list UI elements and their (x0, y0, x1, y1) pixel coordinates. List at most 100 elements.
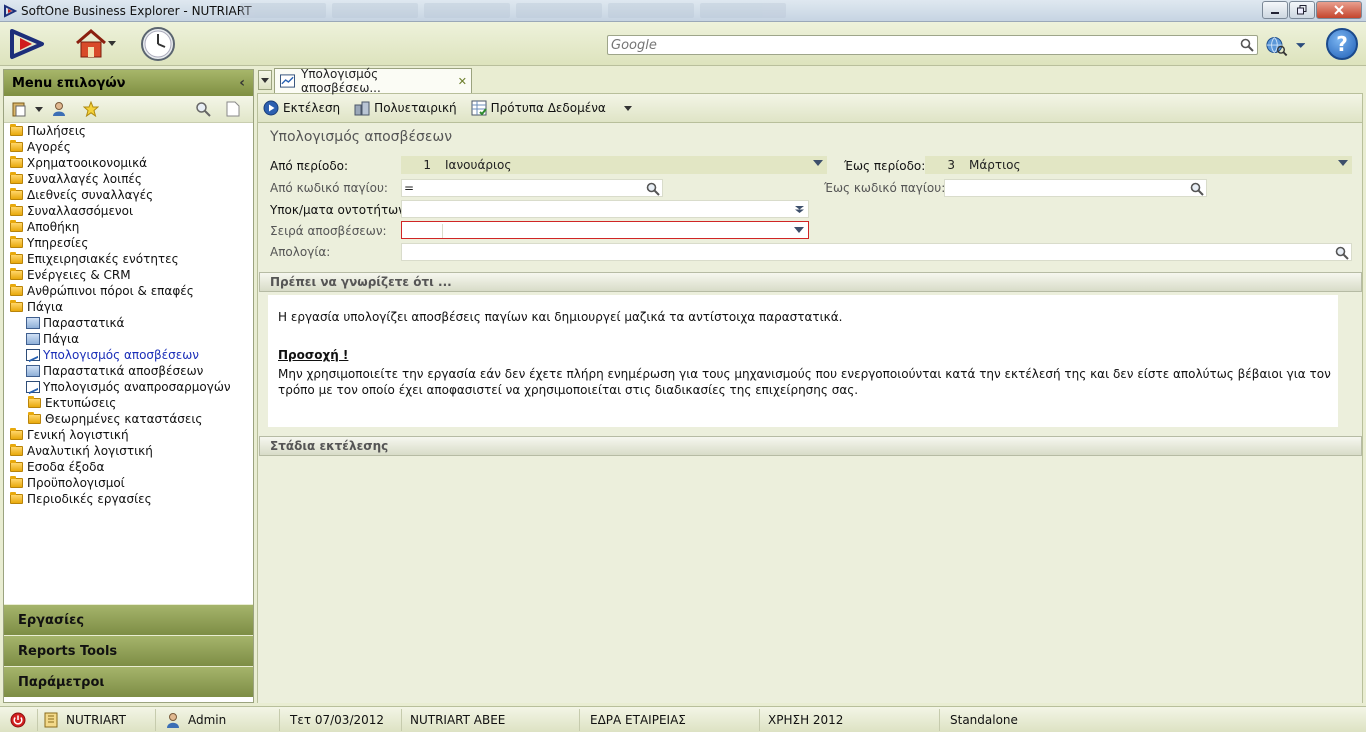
power-icon (10, 712, 26, 727)
entity-subsets-select[interactable] (401, 200, 809, 218)
home-button[interactable] (74, 27, 122, 61)
form-title: Υπολογισμός αποσβέσεων (270, 129, 453, 145)
tree-item-adjustments-calc[interactable]: Υπολογισμός αναπροσαρμογών (4, 379, 253, 395)
power-button[interactable] (0, 708, 38, 731)
tree-item-periodic-tasks[interactable]: Περιοδικές εργασίες (4, 491, 253, 507)
search-icon[interactable] (194, 100, 212, 118)
tree-item-prints[interactable]: Εκτυπώσεις (4, 395, 253, 411)
from-period-select[interactable]: 1 Ιανουάριος (401, 156, 827, 174)
tab-label: Υπολογισμός αποσβέσεω... (301, 67, 381, 95)
section-tasks[interactable]: Εργασίες (4, 604, 253, 635)
tree-item-general-ledger[interactable]: Γενική λογιστική (4, 427, 253, 443)
search-icon[interactable] (1335, 246, 1349, 260)
minimize-button[interactable] (1262, 1, 1288, 19)
chevron-down-icon (261, 77, 269, 83)
clipboard-icon[interactable] (10, 100, 28, 118)
from-asset-code-input[interactable]: = (401, 179, 663, 197)
tree-item-assets[interactable]: Πάγια (4, 331, 253, 347)
documents-icon (26, 317, 40, 329)
folder-icon (10, 172, 23, 184)
tree-item-sales[interactable]: Πωλήσεις (4, 123, 253, 139)
status-mode: Standalone (950, 712, 1018, 727)
folder-icon (10, 156, 23, 168)
search-icon[interactable] (646, 182, 660, 196)
tree-item-traders[interactable]: Συναλλασσόμενοι (4, 203, 253, 219)
chart-icon (26, 381, 40, 393)
close-window-button[interactable] (1316, 1, 1362, 19)
tree-item-analytic-accounting[interactable]: Αναλυτική λογιστική (4, 443, 253, 459)
status-company[interactable]: NUTRIART (38, 708, 156, 731)
status-user[interactable]: Admin (156, 708, 280, 731)
tab-strip: Υπολογισμός αποσβέσεω... ✕ (257, 67, 1363, 95)
reason-input[interactable] (401, 243, 1352, 261)
main-content: Υπολογισμός αποσβέσεω... ✕ Εκτέλεση Πολυ… (257, 67, 1363, 703)
template-data-button[interactable]: Πρότυπα Δεδομένα (471, 100, 632, 116)
section-parameters[interactable]: Παράμετροι (4, 666, 253, 697)
tree-item-depreciation-documents[interactable]: Παραστατικά αποσβέσεων (4, 363, 253, 379)
tree-item-asset-documents[interactable]: Παραστατικά (4, 315, 253, 331)
to-period-label: Έως περίοδο: (844, 159, 926, 173)
warning-text: Μην χρησιμοποιείτε την εργασία εάν δεν έ… (278, 367, 1331, 397)
menu-title: Menu επιλογών (12, 75, 126, 91)
template-grid-icon (471, 100, 487, 116)
tree-item-finance[interactable]: Χρηματοοικονομικά (4, 155, 253, 171)
field-divider (442, 224, 443, 238)
search-icon[interactable] (1190, 182, 1204, 196)
folder-icon (10, 444, 23, 456)
tree-item-warehouse[interactable]: Αποθήκη (4, 219, 253, 235)
depreciation-series-select[interactable] (401, 221, 809, 239)
favorites-star-icon[interactable] (82, 100, 100, 118)
dropdown-arrow-icon (794, 227, 804, 233)
chevron-down-icon[interactable] (34, 100, 44, 118)
collapse-chevron-icon[interactable]: ‹ (239, 75, 245, 91)
help-icon: ? (1336, 32, 1348, 56)
section-reports-tools[interactable]: Reports Tools (4, 635, 253, 666)
multicompany-button[interactable]: Πολυεταιρική (354, 100, 457, 116)
close-tab-icon[interactable]: ✕ (458, 75, 467, 88)
to-asset-code-input[interactable] (944, 179, 1207, 197)
document-icon[interactable] (224, 100, 242, 118)
tree-item-services[interactable]: Υπηρεσίες (4, 235, 253, 251)
maximize-button[interactable] (1289, 1, 1315, 19)
warning-title: Προσοχή ! (278, 348, 349, 362)
entity-subsets-label: Υποκ/ματα οντοτήτων: (270, 203, 409, 217)
chart-icon (26, 349, 40, 361)
clock-icon[interactable] (140, 26, 176, 62)
tree-item-fixed-assets[interactable]: Πάγια (4, 299, 253, 315)
tree-item-budgets[interactable]: Προϋπολογισμοί (4, 475, 253, 491)
google-search-input[interactable] (608, 36, 1228, 54)
tree-item-income-expenses[interactable]: Εσοδα έξοδα (4, 459, 253, 475)
google-search-box[interactable] (607, 35, 1258, 55)
reason-label: Απολογία: (270, 245, 331, 259)
softone-logo-button[interactable] (8, 28, 46, 60)
tree-item-other-transactions[interactable]: Συναλλαγές λοιπές (4, 171, 253, 187)
web-search-button[interactable] (1265, 34, 1305, 58)
folder-icon (10, 284, 23, 296)
help-button[interactable]: ? (1326, 28, 1358, 60)
info-box: Η εργασία υπολογίζει αποσβέσεις παγίων κ… (268, 295, 1338, 427)
folder-icon (10, 268, 23, 280)
user-icon[interactable] (50, 100, 68, 118)
tree-item-hr[interactable]: Ανθρώπινοι πόροι & επαφές (4, 283, 253, 299)
status-fiscal-year: ΧΡΗΣΗ 2012 (760, 708, 940, 731)
to-period-select[interactable]: 3 Μάρτιος (925, 156, 1352, 174)
tree-item-business-units[interactable]: Επιχειρησιακές ενότητες (4, 251, 253, 267)
chevron-down-icon (108, 41, 116, 46)
open-folder-icon (10, 300, 23, 312)
chevron-down-icon[interactable] (623, 105, 632, 111)
tab-depreciation-calc[interactable]: Υπολογισμός αποσβέσεω... ✕ (274, 67, 472, 95)
menu-header: Menu επιλογών ‹ (4, 70, 253, 96)
tree-item-crm[interactable]: Ενέργειες & CRM (4, 267, 253, 283)
tab-list-dropdown[interactable] (258, 70, 272, 90)
tree-item-depreciation-calc[interactable]: Υπολογισμός αποσβέσεων (4, 347, 253, 363)
search-icon[interactable] (1240, 38, 1254, 52)
folder-icon (10, 476, 23, 488)
tree-item-certified-statements[interactable]: Θεωρημένες καταστάσεις (4, 411, 253, 427)
from-asset-code-label: Από κωδικό παγίου: (270, 181, 388, 195)
tree-item-international[interactable]: Διεθνείς συναλλαγές (4, 187, 253, 203)
run-button[interactable]: Εκτέλεση (263, 100, 340, 116)
tree-item-purchases[interactable]: Αγορές (4, 139, 253, 155)
left-menu-panel: Menu επιλογών ‹ Πωλήσεις Αγορές Χρηματοο… (3, 69, 254, 703)
home-icon (76, 29, 106, 58)
softone-app-icon (4, 3, 17, 18)
